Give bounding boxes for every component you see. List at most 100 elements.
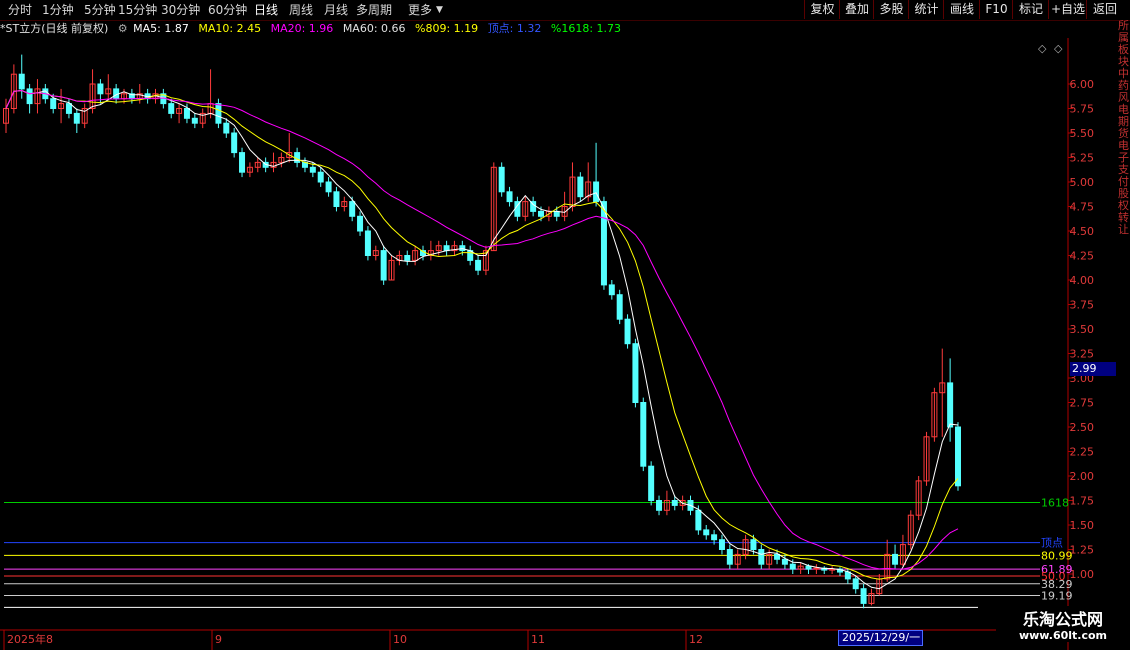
period-tab-6[interactable]: 日线 — [254, 2, 278, 18]
y-tick-label: 4.00 — [1070, 274, 1095, 287]
candle-body — [380, 250, 387, 281]
settings-icon[interactable]: ⚙ — [118, 22, 128, 35]
period-tab-5[interactable]: 60分钟 — [208, 2, 247, 18]
candle-body — [947, 382, 954, 428]
candle-body — [309, 166, 316, 173]
toolbar-button-5[interactable]: F10 — [979, 0, 1013, 19]
candle-body — [703, 529, 710, 536]
watermark-name: 乐淘公式网 — [996, 606, 1130, 630]
candle-body — [750, 539, 757, 551]
candle-body — [892, 553, 899, 565]
ma20-value: MA20: 1.96 — [270, 22, 334, 35]
period-tab-4[interactable]: 30分钟 — [161, 2, 200, 18]
toolbar-button-3[interactable]: 统计 — [908, 0, 944, 19]
y-tick-label: 1.75 — [1070, 495, 1095, 508]
x-tick-label: 12 — [689, 633, 703, 646]
ma5-value: MA5: 1.87 — [133, 22, 189, 35]
period-tab-10[interactable]: 更多 — [408, 2, 432, 18]
toolbar-button-8[interactable]: 返回 — [1086, 0, 1123, 19]
period-tab-1[interactable]: 1分钟 — [42, 2, 74, 18]
p809-value: %809: 1.19 — [415, 22, 479, 35]
y-tick-label: 4.25 — [1070, 250, 1095, 263]
more-chevron-icon[interactable]: ▼ — [436, 2, 443, 18]
candle-body — [97, 83, 104, 95]
candle-body — [364, 230, 371, 256]
x-tick-label: 2025年8 — [7, 632, 53, 646]
current-price-tag: 2.99 — [1070, 362, 1116, 376]
candle-body — [65, 103, 72, 114]
candle-body — [553, 210, 560, 217]
candle-body — [813, 567, 820, 570]
candle-body — [325, 181, 332, 193]
ma10-line — [5, 89, 959, 580]
y-tick-label: 2.00 — [1070, 470, 1095, 483]
y-tick-label: 3.50 — [1070, 323, 1095, 336]
period-tab-9[interactable]: 多周期 — [356, 2, 392, 18]
y-tick-label: 2.75 — [1070, 397, 1095, 410]
candle-body — [781, 558, 788, 565]
candle-body — [26, 88, 33, 105]
period-tab-0[interactable]: 分时 — [8, 2, 32, 18]
candle-body — [50, 98, 57, 110]
candle-body — [506, 191, 513, 203]
period-tab-3[interactable]: 15分钟 — [118, 2, 157, 18]
stock-title[interactable]: *ST立方(日线 前复权) — [0, 22, 108, 35]
toolbar-button-6[interactable]: 标记 — [1012, 0, 1049, 19]
candle-body — [223, 122, 230, 134]
candle-body — [538, 210, 545, 217]
candle-body — [349, 201, 356, 217]
cursor-date-label: 2025/12/29/一 — [838, 630, 923, 646]
ma60-value: MA60: 0.66 — [342, 22, 406, 35]
period-tab-2[interactable]: 5分钟 — [84, 2, 116, 18]
toolbar-button-7[interactable]: +自选 — [1048, 0, 1087, 19]
candle-body — [577, 176, 584, 198]
candle-body — [774, 553, 781, 560]
y-tick-label: 1.00 — [1070, 568, 1095, 581]
fib-label-1: 顶点 — [1041, 537, 1063, 550]
diamond-icon: ◇ — [1054, 42, 1063, 55]
candle-body — [168, 103, 175, 114]
dingdian-value: 顶点: 1.32 — [487, 22, 542, 35]
ma10-value: MA10: 2.45 — [198, 22, 262, 35]
candle-body — [789, 563, 796, 570]
y-tick-label: 5.25 — [1070, 152, 1095, 165]
toolbar-button-0[interactable]: 复权 — [804, 0, 840, 19]
toolbar-button-1[interactable]: 叠加 — [839, 0, 874, 19]
candle-body — [640, 402, 647, 467]
candle-body — [404, 255, 411, 261]
fib-label-0: 1618 — [1041, 496, 1069, 509]
period-tab-8[interactable]: 月线 — [324, 2, 348, 18]
candle-body — [852, 578, 859, 590]
kline-chart[interactable]: 6.00 5.75 5.50 5.25 5.00 4.75 4.50 4.25 4.00 3.75… — [0, 38, 1118, 650]
candle-body — [191, 117, 198, 124]
toolbar-button-4[interactable]: 画线 — [943, 0, 980, 19]
y-tick-label: 5.00 — [1070, 176, 1095, 189]
ma5-line — [5, 89, 959, 590]
candle-body — [805, 565, 812, 570]
candle-body — [231, 132, 238, 154]
x-tick-label: 11 — [531, 633, 545, 646]
candle-body — [624, 318, 631, 345]
p1618-value: %1618: 1.73 — [550, 22, 622, 35]
y-tick-label: 2.25 — [1070, 446, 1095, 459]
candle-body — [357, 215, 364, 232]
candle-body — [215, 103, 222, 124]
candle-body — [758, 549, 765, 565]
candle-body — [711, 534, 718, 541]
toolbar-button-2[interactable]: 多股 — [873, 0, 909, 19]
period-toolbar: 分时 1分钟 5分钟 15分钟 30分钟 60分钟 日线 周线 月线 多周期 更多 ▼ 复权 叠加 多股统… — [0, 0, 1130, 21]
candle-body — [593, 181, 600, 203]
candle-body — [726, 549, 733, 565]
y-tick-label: 4.50 — [1070, 225, 1095, 238]
period-tab-7[interactable]: 周线 — [289, 2, 313, 18]
y-tick-label: 3.25 — [1070, 348, 1095, 361]
candle-body — [648, 465, 655, 502]
candle-body — [608, 284, 615, 296]
candle-body — [294, 152, 301, 163]
candle-body — [317, 171, 324, 183]
y-tick-label: 1.50 — [1070, 519, 1095, 532]
candle-body — [18, 73, 25, 90]
candle-body — [671, 500, 678, 506]
candle-body — [860, 588, 867, 604]
candle-body — [718, 539, 725, 551]
